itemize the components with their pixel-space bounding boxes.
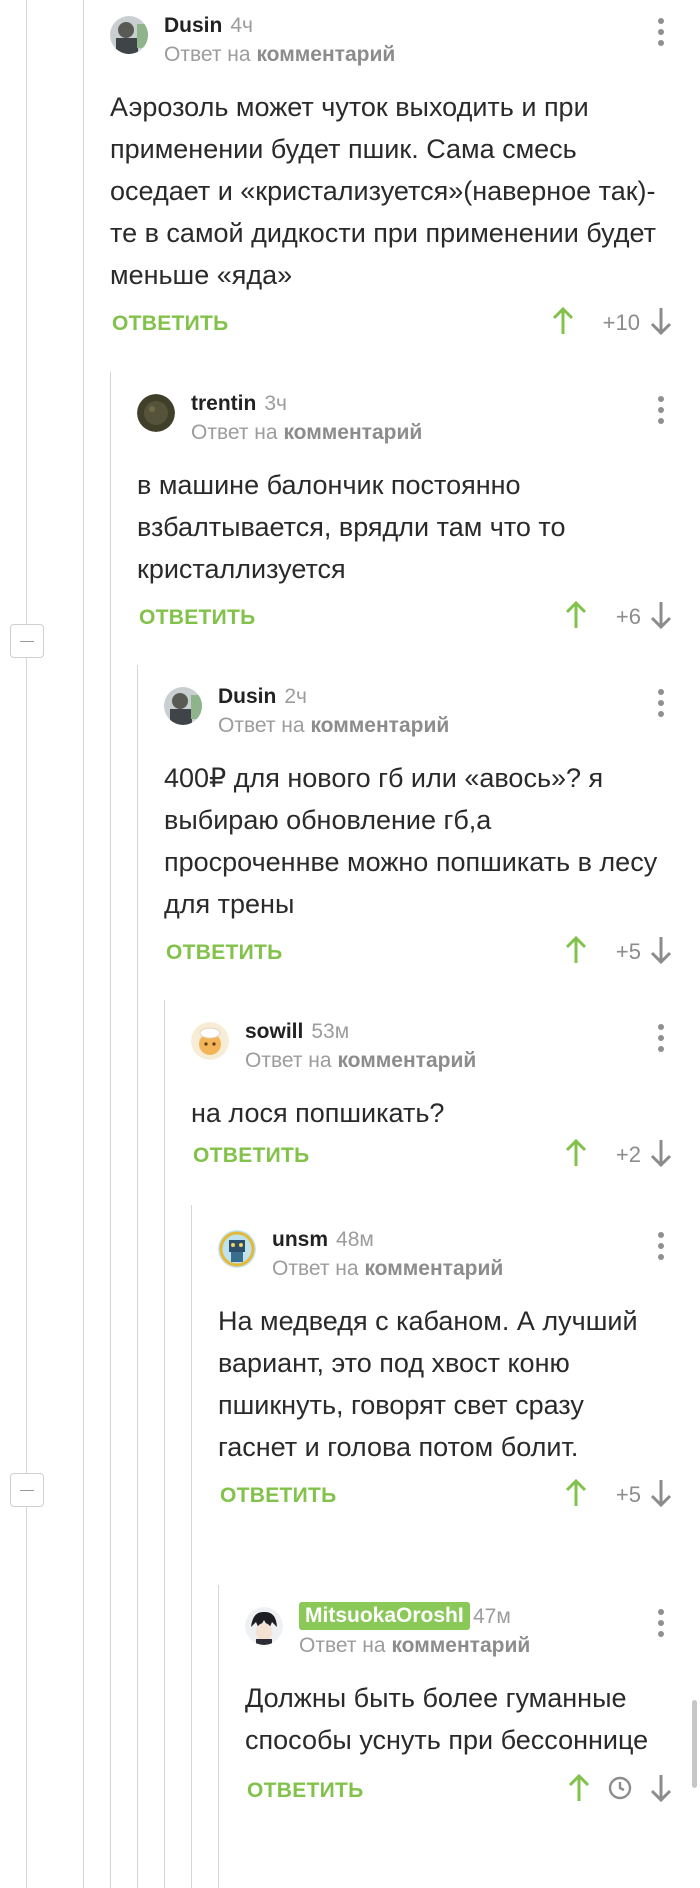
more-options-icon[interactable]	[658, 1024, 664, 1054]
downvote-icon[interactable]	[650, 1478, 672, 1508]
reply-to-link[interactable]: комментарий	[391, 1634, 530, 1657]
upvote-icon[interactable]	[565, 935, 587, 965]
downvote-icon[interactable]	[650, 600, 672, 630]
comment-text: 400₽ для нового гб или «авось»? я выбира…	[164, 763, 658, 919]
user-photo-icon[interactable]	[164, 687, 202, 725]
cartoon-robot-icon[interactable]	[218, 1230, 256, 1268]
reply-to: Ответ на комментарий	[272, 1257, 504, 1280]
score: +6	[615, 604, 641, 629]
comment-text: в машине балончик постоянно взбалтываетс…	[137, 470, 566, 584]
thread-line	[110, 372, 111, 1888]
comment: sowill 53м Ответ на комментарий на лося п…	[191, 1020, 680, 1178]
reply-button[interactable]: ОТВЕТИТЬ	[166, 941, 283, 965]
comment-text: На медведя с кабаном. А лучший вариант, …	[218, 1306, 638, 1462]
scrollbar-thumb[interactable]	[692, 1700, 697, 1788]
more-options-icon[interactable]	[658, 396, 664, 426]
cartoon-face-icon[interactable]	[191, 1022, 229, 1060]
comment-time: 48м	[336, 1228, 374, 1251]
anime-avatar-icon[interactable]	[245, 1607, 283, 1645]
comment-time: 47м	[473, 1605, 511, 1628]
username[interactable]: Dusin 2ч	[218, 685, 307, 709]
reply-to: Ответ на комментарий	[164, 43, 396, 66]
comment-text: на лося попшикать?	[191, 1098, 445, 1128]
reply-button[interactable]: ОТВЕТИТЬ	[139, 606, 256, 630]
reply-button[interactable]: ОТВЕТИТЬ	[220, 1484, 337, 1508]
reply-button[interactable]: ОТВЕТИТЬ	[193, 1144, 310, 1168]
username[interactable]: sowill 53м	[245, 1020, 349, 1044]
reply-to-link[interactable]: комментарий	[256, 43, 395, 66]
more-options-icon[interactable]	[658, 1609, 664, 1639]
comment-time: 3ч	[264, 392, 287, 415]
thread-line	[218, 1585, 219, 1888]
collapse-thread-button[interactable]	[10, 1473, 44, 1507]
upvote-icon[interactable]	[565, 1478, 587, 1508]
user-photo-icon[interactable]	[110, 16, 148, 54]
comment: Dusin 4ч Ответ на комментарий Аэрозоль мо…	[110, 14, 680, 346]
score: +2	[615, 1142, 641, 1167]
more-options-icon[interactable]	[658, 689, 664, 719]
score: +5	[615, 939, 641, 964]
comment-footer: ОТВЕТИТЬ	[245, 1773, 680, 1813]
comment-time: 4ч	[230, 14, 253, 37]
reply-to: Ответ на комментарий	[191, 421, 423, 444]
thread-line	[26, 0, 27, 1888]
comment-footer: ОТВЕТИТЬ +2	[191, 1138, 680, 1178]
username[interactable]: trentin 3ч	[191, 392, 287, 416]
comment-header: MitsuokaOroshI 47м Ответ на комментарий	[245, 1602, 680, 1665]
username[interactable]: unsm 48м	[272, 1228, 374, 1252]
reply-to-link[interactable]: комментарий	[283, 421, 422, 444]
comment: Dusin 2ч Ответ на комментарий 400₽ для но…	[164, 685, 680, 975]
comment: trentin 3ч Ответ на комментарий в машине …	[137, 392, 680, 640]
comment-text: Должны быть более гуманные способы уснут…	[245, 1683, 649, 1755]
username[interactable]: Dusin 4ч	[164, 14, 253, 38]
comment-time: 53м	[311, 1020, 350, 1043]
comment-header: Dusin 2ч Ответ на комментарий	[164, 685, 680, 745]
clock-icon	[608, 1776, 632, 1800]
downvote-icon[interactable]	[650, 935, 672, 965]
thread-line	[191, 1205, 192, 1888]
collapse-thread-button[interactable]	[10, 624, 44, 658]
upvote-icon[interactable]	[565, 1138, 587, 1168]
reply-button[interactable]: ОТВЕТИТЬ	[247, 1779, 364, 1803]
thread-line	[83, 0, 84, 1888]
downvote-icon[interactable]	[650, 1138, 672, 1168]
dark-circle-avatar-icon[interactable]	[137, 394, 175, 432]
comment-time: 2ч	[284, 685, 307, 708]
upvote-icon[interactable]	[565, 600, 587, 630]
comment: unsm 48м Ответ на комментарий На медведя …	[218, 1228, 680, 1518]
more-options-icon[interactable]	[658, 18, 664, 48]
score: +10	[602, 310, 640, 335]
score: +5	[615, 1482, 641, 1507]
comment-footer: ОТВЕТИТЬ +10	[110, 306, 680, 346]
reply-to: Ответ на комментарий	[245, 1049, 477, 1072]
comment-footer: ОТВЕТИТЬ +6	[137, 600, 680, 640]
comment: MitsuokaOroshI 47м Ответ на комментарий …	[245, 1602, 680, 1813]
upvote-icon[interactable]	[568, 1773, 590, 1803]
comment-header: unsm 48м Ответ на комментарий	[218, 1228, 680, 1288]
thread-line	[137, 665, 138, 1888]
upvote-icon[interactable]	[552, 306, 574, 336]
reply-to-link[interactable]: комментарий	[337, 1049, 476, 1072]
comment-header: Dusin 4ч Ответ на комментарий	[110, 14, 680, 74]
more-options-icon[interactable]	[658, 1232, 664, 1262]
reply-to: Ответ на комментарий	[299, 1634, 531, 1657]
reply-to-link[interactable]: комментарий	[364, 1257, 503, 1280]
reply-to-link[interactable]: комментарий	[310, 714, 449, 737]
comment-footer: ОТВЕТИТЬ +5	[218, 1478, 680, 1518]
thread-line	[164, 1000, 165, 1888]
comment-footer: ОТВЕТИТЬ +5	[164, 935, 680, 975]
downvote-icon[interactable]	[650, 306, 672, 336]
downvote-icon[interactable]	[650, 1773, 672, 1803]
comment-header: trentin 3ч Ответ на комментарий	[137, 392, 680, 452]
comment-text: Аэрозоль может чуток выходить и при прим…	[110, 92, 657, 290]
username[interactable]: MitsuokaOroshI	[299, 1602, 470, 1630]
comment-header: sowill 53м Ответ на комментарий	[191, 1020, 680, 1080]
reply-button[interactable]: ОТВЕТИТЬ	[112, 312, 229, 336]
reply-to: Ответ на комментарий	[218, 714, 450, 737]
